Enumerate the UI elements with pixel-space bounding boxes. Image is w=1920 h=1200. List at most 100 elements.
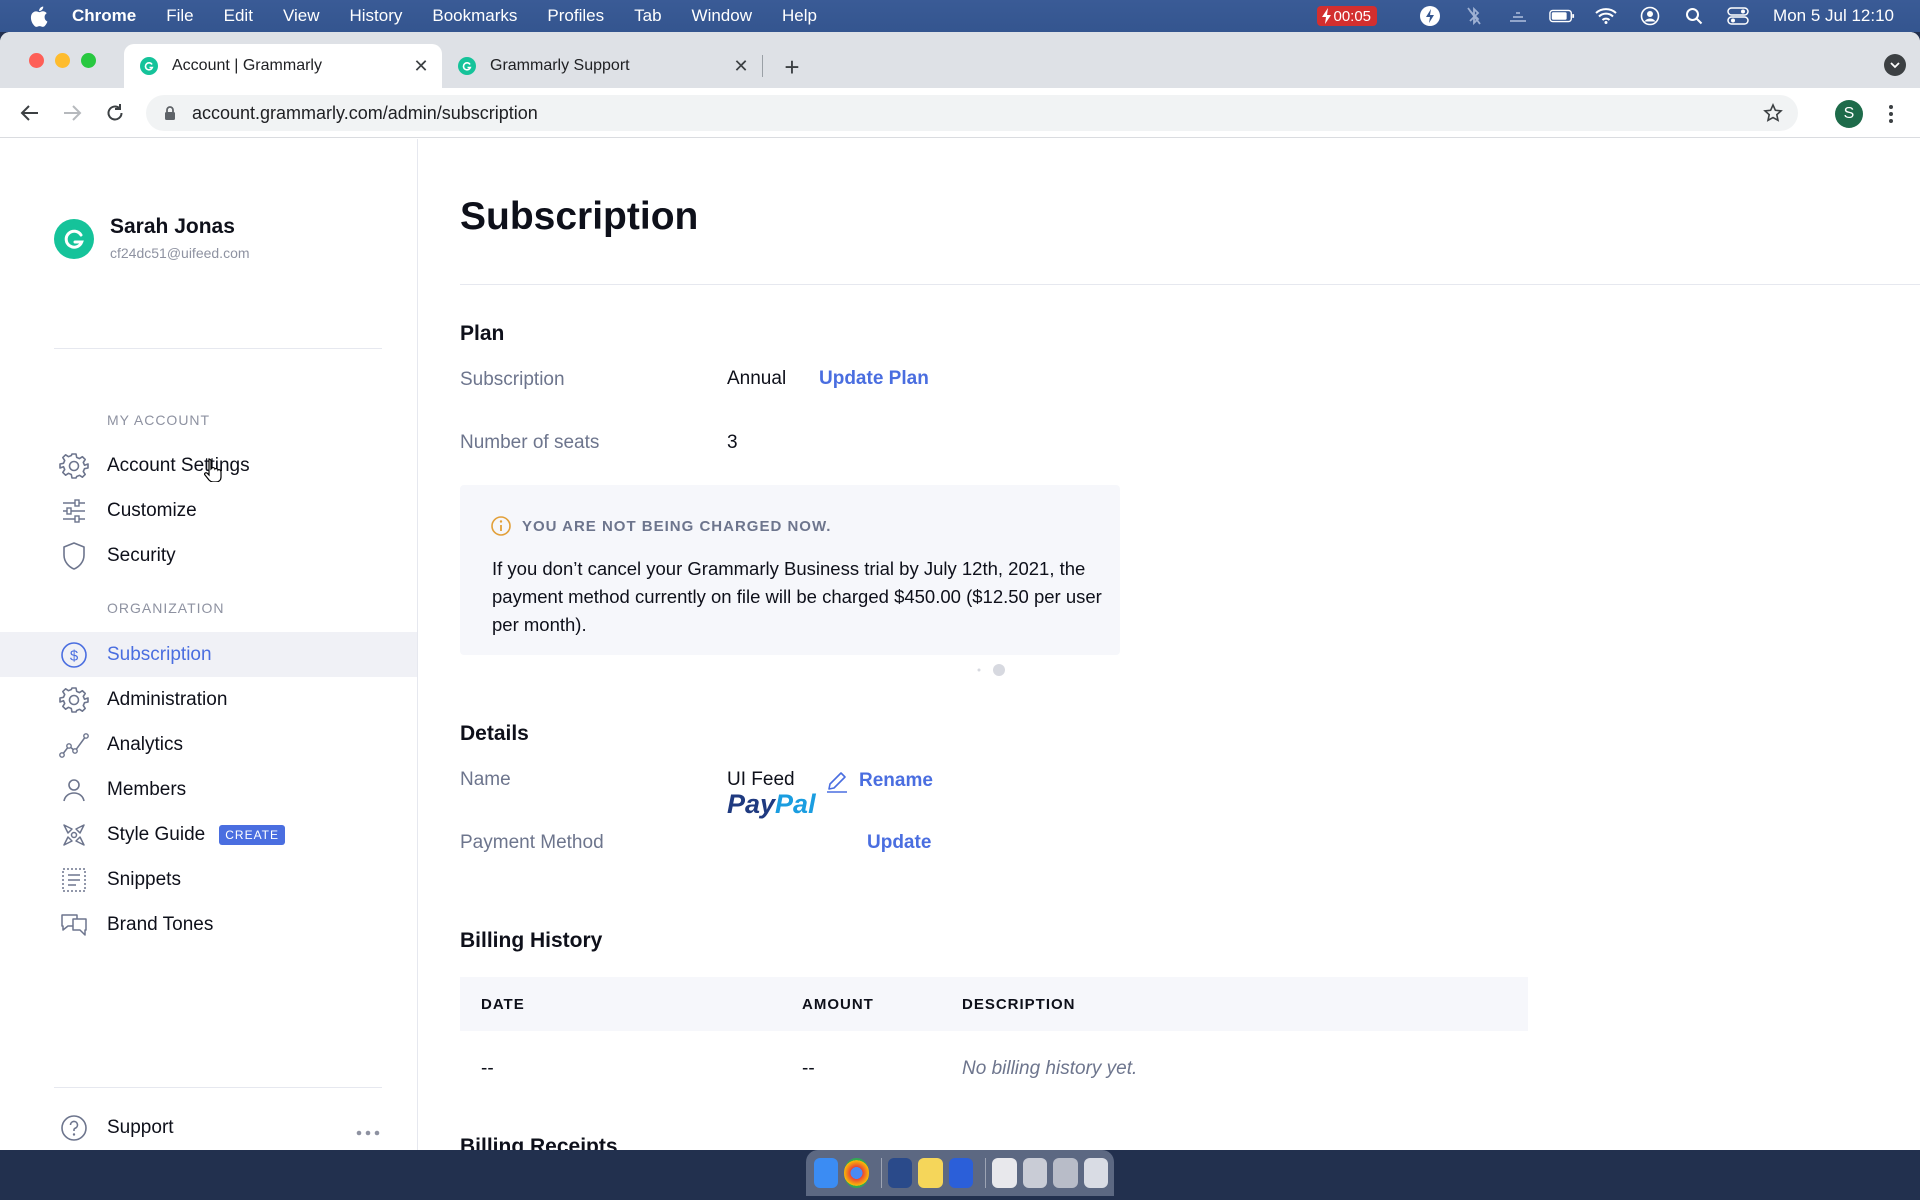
style-guide-icon xyxy=(58,819,90,851)
sliders-icon xyxy=(58,495,90,527)
menu-file[interactable]: File xyxy=(166,6,193,26)
tab-grammarly-support[interactable]: Grammarly Support ✕ xyxy=(442,44,762,88)
tab-close-icon[interactable]: ✕ xyxy=(730,55,752,77)
cell-date: -- xyxy=(481,1058,494,1079)
section-label-my-account: MY ACCOUNT xyxy=(107,412,211,428)
table-row: -- -- No billing history yet. xyxy=(460,1031,1528,1107)
more-options-icon[interactable] xyxy=(356,1123,380,1141)
url-text[interactable]: account.grammarly.com/admin/subscription xyxy=(192,103,538,124)
bookmark-star-icon[interactable] xyxy=(1762,102,1784,124)
tab-strip: Account | Grammarly ✕ Grammarly Support … xyxy=(0,32,1920,88)
document-icon[interactable] xyxy=(992,1158,1017,1188)
recording-time: 00:05 xyxy=(1333,7,1372,25)
section-label-organization: ORGANIZATION xyxy=(107,600,225,616)
menu-view[interactable]: View xyxy=(283,6,320,26)
notes-icon[interactable] xyxy=(918,1158,943,1188)
sidebar-item-subscription[interactable]: $ Subscription xyxy=(0,632,417,677)
loading-spinner-icon xyxy=(975,663,1005,682)
control-center-icon[interactable] xyxy=(1725,5,1751,27)
subscription-value: Annual xyxy=(727,368,787,389)
sidebar: Sarah Jonas cf24dc51@uifeed.com MY ACCOU… xyxy=(0,139,418,1150)
menu-edit[interactable]: Edit xyxy=(224,6,253,26)
dollar-icon: $ xyxy=(58,639,90,671)
sidebar-item-security[interactable]: Security xyxy=(0,533,417,578)
sidebar-item-snippets[interactable]: Snippets xyxy=(0,857,417,902)
menu-profiles[interactable]: Profiles xyxy=(547,6,604,26)
sidebar-item-brand-tones[interactable]: Brand Tones xyxy=(0,902,417,947)
screenshot-icon[interactable] xyxy=(1022,1158,1048,1188)
user-circle-icon[interactable] xyxy=(1637,5,1663,27)
finder-icon[interactable] xyxy=(814,1158,839,1188)
seats-value: 3 xyxy=(727,432,738,453)
back-arrow-icon[interactable] xyxy=(16,99,44,127)
sidebar-item-administration[interactable]: Administration xyxy=(0,677,417,722)
create-badge[interactable]: CREATE xyxy=(219,824,286,845)
sidebar-item-label: Customize xyxy=(107,499,197,521)
payment-method-label: Payment Method xyxy=(460,832,604,853)
subscription-label: Subscription xyxy=(460,369,565,390)
brand-tones-icon xyxy=(58,909,90,941)
recording-indicator[interactable]: 00:05 xyxy=(1317,6,1378,26)
sidebar-item-support[interactable]: Support xyxy=(0,1105,417,1150)
tab-close-icon[interactable]: ✕ xyxy=(410,55,432,77)
column-header-amount[interactable]: AMOUNT xyxy=(802,977,874,1031)
notice-body: If you don’t cancel your Grammarly Busin… xyxy=(492,558,1102,635)
dock-separator xyxy=(880,1158,882,1188)
menu-history[interactable]: History xyxy=(349,6,402,26)
folder-icon[interactable] xyxy=(1053,1158,1078,1188)
trash-icon[interactable] xyxy=(1083,1158,1108,1188)
wifi-icon[interactable] xyxy=(1593,5,1619,27)
reload-icon[interactable] xyxy=(101,99,129,127)
menu-tab[interactable]: Tab xyxy=(634,6,661,26)
pencil-icon xyxy=(827,772,847,793)
battery-icon[interactable] xyxy=(1549,5,1575,27)
name-value: UI Feed xyxy=(727,769,795,790)
mouse-pointer-icon xyxy=(204,458,222,487)
profile-avatar[interactable]: S xyxy=(1835,100,1863,128)
menu-help[interactable]: Help xyxy=(782,6,817,26)
tab-separator xyxy=(762,55,763,77)
person-icon xyxy=(58,774,90,806)
sidebar-item-analytics[interactable]: Analytics xyxy=(0,722,417,767)
sidebar-item-label: Administration xyxy=(107,688,228,710)
address-bar[interactable]: account.grammarly.com/admin/subscription xyxy=(146,95,1798,131)
new-tab-button[interactable]: + xyxy=(778,52,806,82)
menu-app-name[interactable]: Chrome xyxy=(72,6,136,26)
rename-link[interactable]: Rename xyxy=(825,769,933,793)
forward-arrow-icon[interactable] xyxy=(58,99,86,127)
status-area: 00:05 Mon 5 Jul 12:10 xyxy=(1317,0,1920,32)
tab-account-grammarly[interactable]: Account | Grammarly ✕ xyxy=(124,44,442,88)
lock-icon[interactable] xyxy=(160,103,180,123)
menu-bookmarks[interactable]: Bookmarks xyxy=(432,6,517,26)
1password-icon[interactable] xyxy=(887,1158,913,1188)
update-plan-link[interactable]: Update Plan xyxy=(819,368,929,390)
bluetooth-off-icon[interactable] xyxy=(1461,5,1487,27)
apple-icon[interactable] xyxy=(28,5,50,27)
billing-receipts-heading: Billing Receipts xyxy=(460,1135,618,1150)
tab-title: Grammarly Support xyxy=(490,57,630,74)
sidebar-item-label: Brand Tones xyxy=(107,913,214,935)
sidebar-item-label: Support xyxy=(107,1116,174,1138)
sidebar-item-members[interactable]: Members xyxy=(0,767,417,812)
snippets-icon xyxy=(58,864,90,896)
column-header-description[interactable]: DESCRIPTION xyxy=(962,977,1076,1031)
chrome-menu-icon[interactable] xyxy=(1878,100,1904,128)
column-header-date[interactable]: DATE xyxy=(481,977,525,1031)
browser-toolbar: account.grammarly.com/admin/subscription… xyxy=(0,88,1920,138)
sidebar-item-customize[interactable]: Customize xyxy=(0,488,417,533)
display-icon[interactable] xyxy=(1505,5,1531,27)
chrome-icon[interactable] xyxy=(844,1158,869,1188)
menu-window[interactable]: Window xyxy=(692,6,752,26)
spotlight-search-icon[interactable] xyxy=(1681,5,1707,27)
window-zoom-button[interactable] xyxy=(81,53,96,68)
sidebar-item-style-guide[interactable]: Style Guide CREATE xyxy=(0,812,417,857)
cell-description: No billing history yet. xyxy=(962,1058,1138,1079)
menubar-clock[interactable]: Mon 5 Jul 12:10 xyxy=(1773,6,1894,26)
window-minimize-button[interactable] xyxy=(55,53,70,68)
lightning-icon[interactable] xyxy=(1417,5,1443,27)
window-close-button[interactable] xyxy=(29,53,44,68)
tab-search-icon[interactable] xyxy=(1884,54,1906,76)
bolt-app-icon[interactable] xyxy=(948,1158,974,1188)
update-payment-link[interactable]: Update xyxy=(867,832,931,854)
tab-title: Account | Grammarly xyxy=(172,57,322,74)
